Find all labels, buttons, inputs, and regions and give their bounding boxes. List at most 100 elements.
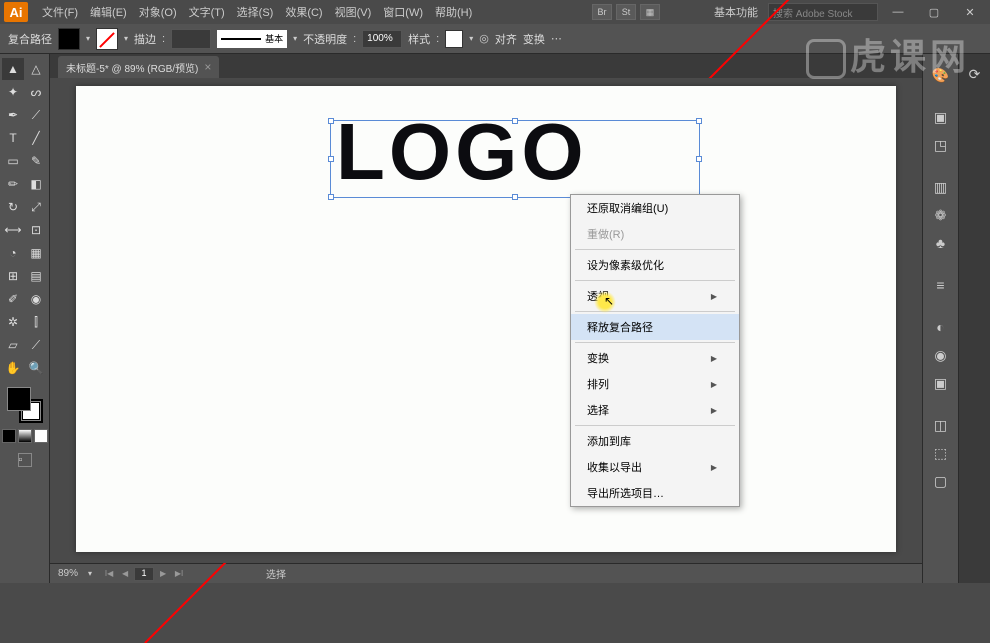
selection-tool[interactable]: ▲ <box>2 58 24 80</box>
cm-release-compound-path[interactable]: 释放复合路径 <box>571 314 739 340</box>
none-mode-icon[interactable] <box>34 429 48 443</box>
arrange-button[interactable]: ▦ <box>640 4 660 20</box>
last-artboard-button[interactable]: ▶I <box>172 567 186 581</box>
rotate-tool[interactable]: ↻ <box>2 196 24 218</box>
swatches-panel-icon[interactable]: ◳ <box>928 132 954 158</box>
properties-panel-icon[interactable]: ▣ <box>928 104 954 130</box>
menu-type[interactable]: 文字(T) <box>183 4 231 20</box>
close-tab-icon[interactable]: × <box>204 60 211 74</box>
resize-handle[interactable] <box>512 118 518 124</box>
mesh-tool[interactable]: ⊞ <box>2 265 24 287</box>
menu-help[interactable]: 帮助(H) <box>429 4 478 20</box>
line-tool[interactable]: ╱ <box>25 127 47 149</box>
zoom-level[interactable]: 89% <box>58 568 78 579</box>
transform-label[interactable]: 变换 <box>523 31 545 47</box>
rectangle-tool[interactable]: ▭ <box>2 150 24 172</box>
menu-edit[interactable]: 编辑(E) <box>84 4 133 20</box>
graphic-style-swatch[interactable] <box>445 30 463 48</box>
opacity-input[interactable]: 100% <box>362 30 402 48</box>
artboards-panel-icon[interactable]: ▢ <box>928 468 954 494</box>
workspace-switcher[interactable]: 基本功能 <box>708 4 764 20</box>
cm-add-to-library[interactable]: 添加到库 <box>571 428 739 454</box>
window-minimize[interactable]: — <box>882 0 914 24</box>
cm-export-selection[interactable]: 导出所选项目… <box>571 480 739 506</box>
transparency-panel-icon[interactable]: ◐ <box>928 314 954 340</box>
artboard-tool[interactable]: ▱ <box>2 334 24 356</box>
menu-view[interactable]: 视图(V) <box>329 4 378 20</box>
canvas[interactable]: LOGO <box>50 78 922 563</box>
shape-builder-tool[interactable]: ◔ <box>2 242 24 264</box>
shaper-tool[interactable]: ✏ <box>2 173 24 195</box>
menu-effect[interactable]: 效果(C) <box>279 4 328 20</box>
stroke-swatch[interactable] <box>96 28 118 50</box>
color-mode-icon[interactable] <box>2 429 16 443</box>
resize-handle[interactable] <box>696 156 702 162</box>
appearance-panel-icon[interactable]: ◉ <box>928 342 954 368</box>
blend-tool[interactable]: ◉ <box>25 288 47 310</box>
curvature-tool[interactable]: ⟋ <box>25 104 47 126</box>
perspective-grid-tool[interactable]: ▦ <box>25 242 47 264</box>
first-artboard-button[interactable]: I◀ <box>102 567 116 581</box>
align-label[interactable]: 对齐 <box>495 31 517 47</box>
cm-transform[interactable]: 变换▶ <box>571 345 739 371</box>
free-transform-tool[interactable]: ⊡ <box>25 219 47 241</box>
cm-arrange[interactable]: 排列▶ <box>571 371 739 397</box>
scale-tool[interactable]: ⤢ <box>25 196 47 218</box>
direct-selection-tool[interactable]: △ <box>25 58 47 80</box>
stroke-style-dropdown[interactable]: 基本 <box>217 30 287 48</box>
symbols-panel-icon[interactable]: ❁ <box>928 202 954 228</box>
window-maximize[interactable]: ▢ <box>918 0 950 24</box>
cm-undo[interactable]: 还原取消编组(U) <box>571 195 739 221</box>
resize-handle[interactable] <box>512 194 518 200</box>
fill-swatch[interactable] <box>58 28 80 50</box>
hand-tool[interactable]: ✋ <box>2 357 24 379</box>
document-tab[interactable]: 未标题-5* @ 89% (RGB/预览) × <box>58 56 219 78</box>
layers-panel-icon[interactable]: ◫ <box>928 412 954 438</box>
slice-tool[interactable]: ⟋ <box>25 334 47 356</box>
lasso-tool[interactable]: ᔕ <box>25 81 47 103</box>
next-artboard-button[interactable]: ▶ <box>156 567 170 581</box>
cm-select[interactable]: 选择▶ <box>571 397 739 423</box>
fill-stroke-swatch[interactable] <box>7 387 43 423</box>
magic-wand-tool[interactable]: ✦ <box>2 81 24 103</box>
column-graph-tool[interactable]: ⫿ <box>25 311 47 333</box>
menu-select[interactable]: 选择(S) <box>231 4 280 20</box>
eraser-tool[interactable]: ◧ <box>25 173 47 195</box>
gradient-mode-icon[interactable] <box>18 429 32 443</box>
screen-mode-icon[interactable]: ▫ <box>18 453 32 467</box>
window-close[interactable]: ✕ <box>954 0 986 24</box>
search-input[interactable]: 搜索 Adobe Stock <box>768 3 878 21</box>
type-tool[interactable]: T <box>2 127 24 149</box>
graphic-styles-panel-icon[interactable]: ▣ <box>928 370 954 396</box>
resize-handle[interactable] <box>696 118 702 124</box>
brushes-panel-icon[interactable]: ▥ <box>928 174 954 200</box>
color-panel-icon[interactable]: 🎨 <box>928 62 954 88</box>
menu-window[interactable]: 窗口(W) <box>377 4 429 20</box>
clubs-panel-icon[interactable]: ♣ <box>928 230 954 256</box>
menu-file[interactable]: 文件(F) <box>36 4 84 20</box>
resize-handle[interactable] <box>328 194 334 200</box>
cm-pixel-optimize[interactable]: 设为像素级优化 <box>571 252 739 278</box>
cm-collect-export[interactable]: 收集以导出▶ <box>571 454 739 480</box>
width-tool[interactable]: ⟷ <box>2 219 24 241</box>
libraries-icon[interactable]: ⟳ <box>963 62 987 86</box>
selection-bounding-box[interactable] <box>330 120 700 198</box>
artboard-number-input[interactable]: 1 <box>134 567 154 581</box>
pen-tool[interactable]: ✒ <box>2 104 24 126</box>
menu-object[interactable]: 对象(O) <box>133 4 183 20</box>
bridge-button[interactable]: Br <box>592 4 612 20</box>
zoom),tool[interactable]: 🔍 <box>25 357 47 379</box>
more-options-icon[interactable]: ⋯ <box>551 32 562 45</box>
paintbrush-tool[interactable]: ✎ <box>25 150 47 172</box>
doc-setup-icon[interactable]: ◎ <box>479 32 489 45</box>
stock-button[interactable]: St <box>616 4 636 20</box>
gradient-tool[interactable]: ▤ <box>25 265 47 287</box>
stroke-weight-input[interactable] <box>171 29 211 49</box>
resize-handle[interactable] <box>328 118 334 124</box>
prev-artboard-button[interactable]: ◀ <box>118 567 132 581</box>
eyedropper-tool[interactable]: ✐ <box>2 288 24 310</box>
asset-export-panel-icon[interactable]: ⬚ <box>928 440 954 466</box>
stroke-panel-icon[interactable]: ≡ <box>928 272 954 298</box>
symbol-sprayer-tool[interactable]: ✲ <box>2 311 24 333</box>
resize-handle[interactable] <box>328 156 334 162</box>
